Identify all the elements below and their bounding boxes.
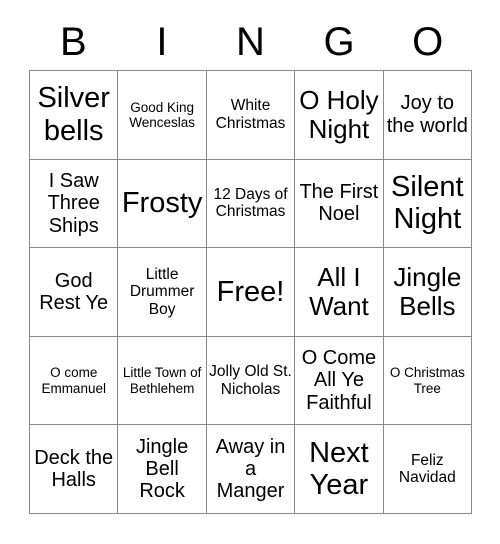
bingo-cell[interactable]: Deck the Halls <box>30 425 119 514</box>
bingo-row: God Rest Ye Little Drummer Boy Free! All I … <box>30 248 473 337</box>
bingo-cell[interactable]: Silent Night <box>383 159 473 249</box>
bingo-cell-label: I Saw Three Ships <box>47 169 100 237</box>
bingo-cell[interactable]: Jolly Old St. Nicholas <box>206 336 296 426</box>
bingo-cell-label: Little Town of Bethlehem <box>122 365 202 396</box>
bingo-cell[interactable]: Next Year <box>295 425 384 514</box>
bingo-cell-label: Jolly Old St. Nicholas <box>209 363 292 398</box>
bingo-cell-label: The First Noel <box>299 181 379 226</box>
bingo-cell[interactable]: Frosty <box>118 159 207 249</box>
bingo-cell-label: Deck the Halls <box>34 446 114 492</box>
bingo-cell-label: O come Emmanuel <box>41 365 106 396</box>
bingo-cell[interactable]: The First Noel <box>295 159 384 249</box>
bingo-row: I Saw Three Ships Frosty 12 Days of Christ… <box>30 159 473 249</box>
bingo-cell-label: Frosty <box>121 187 203 220</box>
bingo-header-letter-b: B <box>59 20 87 64</box>
bingo-row: Deck the Halls Jingle Bell Rock Away in a … <box>30 425 473 514</box>
bingo-cell[interactable]: Joy to the world <box>383 71 473 160</box>
bingo-cell[interactable]: White Christmas <box>206 71 296 160</box>
bingo-cell-label: Silent Night <box>391 170 464 236</box>
bingo-cell[interactable]: All I Want <box>295 248 384 337</box>
bingo-cell-label: Joy to the world <box>386 92 468 137</box>
bingo-header-letter-o: O <box>412 20 444 64</box>
bingo-cell-label: Next Year <box>309 436 369 502</box>
bingo-cell-label: O Holy Night <box>299 84 379 144</box>
bingo-cell-label: Silver bells <box>37 82 110 147</box>
bingo-cell[interactable]: Feliz Navidad <box>383 425 473 514</box>
bingo-cell-label: God Rest Ye <box>39 269 109 314</box>
bingo-cell-label: Jingle Bell Rock <box>135 435 189 503</box>
bingo-cell[interactable]: Little Drummer Boy <box>118 248 207 337</box>
bingo-cell-label: White Christmas <box>215 97 286 132</box>
bingo-header-letter-n: N <box>236 20 265 64</box>
bingo-cell[interactable]: Away in a Manger <box>206 425 296 514</box>
bingo-cell-label: O Come All Ye Faithful <box>301 346 377 414</box>
bingo-grid: Silver bells Good King Wenceslas White Chr… <box>29 70 473 514</box>
bingo-cell-label: Feliz Navidad <box>398 451 456 487</box>
bingo-cell[interactable]: O Come All Ye Faithful <box>295 336 384 426</box>
bingo-cell[interactable]: Silver bells <box>30 71 119 160</box>
bingo-cell-label: All I Want <box>309 261 369 321</box>
bingo-header-letter-i: I <box>156 20 168 64</box>
bingo-row: O come Emmanuel Little Town of Bethlehem J… <box>30 336 473 426</box>
bingo-cell[interactable]: God Rest Ye <box>30 248 119 337</box>
bingo-cell-label: Jingle Bells <box>393 261 462 321</box>
bingo-row: Silver bells Good King Wenceslas White Chr… <box>30 71 473 160</box>
bingo-cell[interactable]: Little Town of Bethlehem <box>118 336 207 426</box>
bingo-cell[interactable]: O Holy Night <box>295 71 384 160</box>
bingo-cell-label: Free! <box>216 275 285 308</box>
bingo-cell-label: Good King Wenceslas <box>129 99 195 130</box>
bingo-header-row: BINGO <box>29 14 472 70</box>
bingo-cell-label: Away in a Manger <box>215 435 286 503</box>
bingo-cell[interactable]: 12 Days of Christmas <box>206 159 296 249</box>
bingo-cell[interactable]: Free! <box>206 248 296 337</box>
bingo-cell[interactable]: O come Emmanuel <box>30 336 119 426</box>
bingo-cell-label: 12 Days of Christmas <box>213 186 288 221</box>
bingo-cell-label: O Christmas Tree <box>389 365 465 396</box>
bingo-cell[interactable]: O Christmas Tree <box>383 336 473 426</box>
bingo-header-letter-g: G <box>323 20 355 64</box>
bingo-card: B I N G O Silver bells Good King Wenceslas Whi… <box>29 14 473 514</box>
bingo-cell[interactable]: Jingle Bell Rock <box>118 425 207 514</box>
bingo-cell[interactable]: Good King Wenceslas <box>118 71 207 160</box>
bingo-cell-label: Little Drummer Boy <box>129 265 195 318</box>
bingo-cell[interactable]: I Saw Three Ships <box>30 159 119 249</box>
bingo-cell[interactable]: Jingle Bells <box>383 248 473 337</box>
